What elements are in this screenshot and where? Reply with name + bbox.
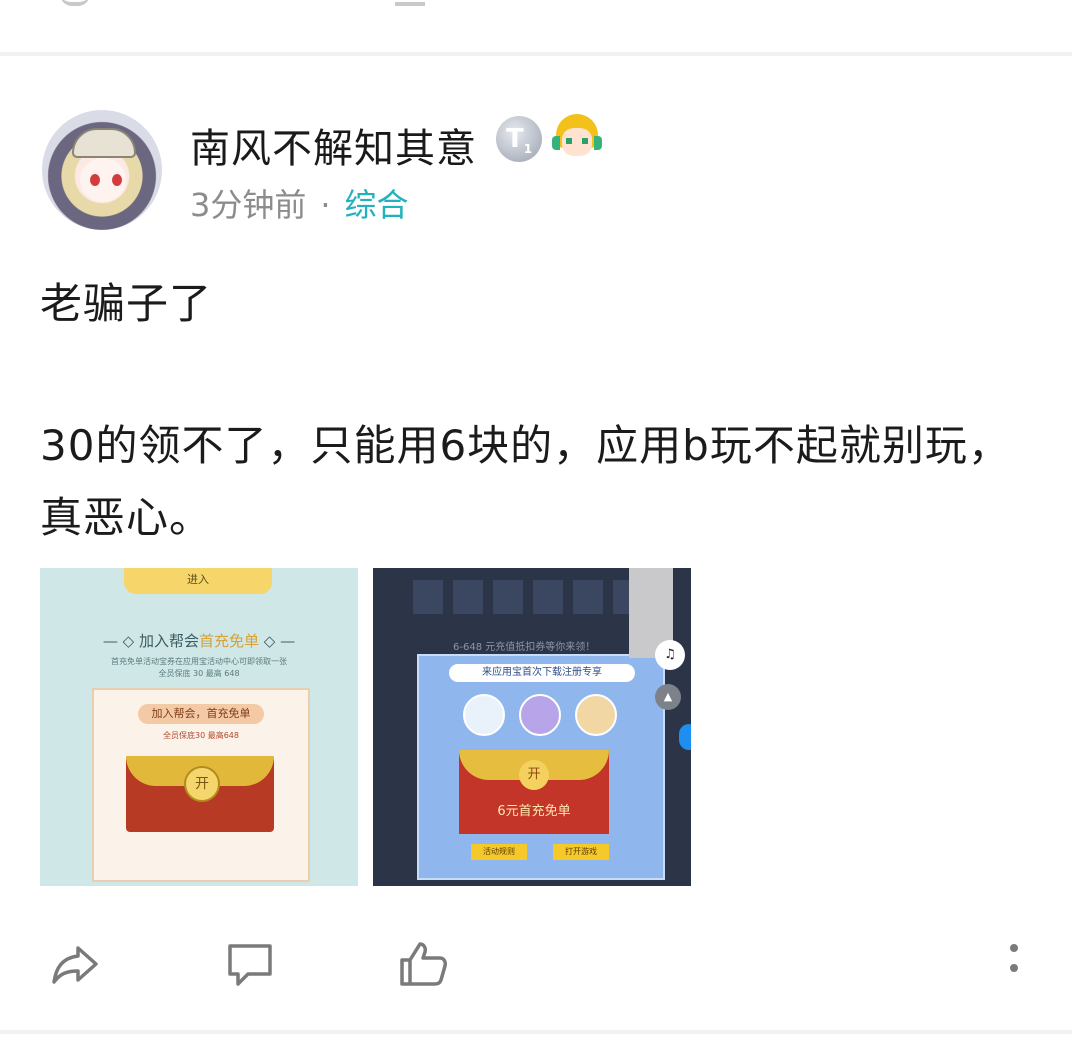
like-icon[interactable] [395, 0, 425, 6]
promo-panel: 来应用宝首次下载注册专享 开 6元首充免单 活动规则 打开游戏 [417, 654, 665, 880]
image-title: — ◇ 加入帮会首充免单 ◇ — [102, 632, 296, 650]
avatar-eye [90, 174, 100, 186]
post-time: 3分钟前 [190, 186, 307, 224]
coupon-icons [413, 580, 643, 614]
toggle-icon [679, 724, 691, 750]
reward-icon [463, 694, 505, 736]
previous-post-actions [0, 0, 1072, 52]
avatar[interactable] [42, 110, 162, 230]
avatar-eye [112, 174, 122, 186]
thumbs-up-icon [400, 942, 447, 986]
post-meta: 3分钟前 · 综合 [190, 180, 409, 226]
post-image[interactable]: 进入 — ◇ 加入帮会首充免单 ◇ — 首充免单活动宝券在应用宝活动中心可即领取… [40, 568, 358, 886]
share-button[interactable] [48, 936, 104, 992]
comment-button[interactable] [222, 936, 278, 992]
red-envelope-icon: 开 [126, 756, 274, 832]
username[interactable]: 南风不解知其意 [190, 116, 477, 174]
enter-button: 进入 [124, 568, 272, 594]
share-icon[interactable] [60, 0, 90, 6]
reward-icon [519, 694, 561, 736]
more-button[interactable] [996, 936, 1032, 984]
red-packet-card: 加入帮会，首充免单 全员保底30 最高648 开 [92, 688, 310, 882]
character-badge-icon [552, 112, 602, 162]
more-vertical-icon [1010, 944, 1018, 972]
image-desc: 首充免单活动宝券在应用宝活动中心可即领取一张 全员保底 30 最高 648 [111, 657, 287, 678]
post-image[interactable]: 6-648 元充值抵扣券等你来领！ 来应用宝首次下载注册专享 开 6元首充免单 … [373, 568, 691, 886]
bell-icon: ▲ [655, 684, 681, 710]
reward-icon [575, 694, 617, 736]
post-category[interactable]: 综合 [345, 186, 409, 224]
music-icon: ♫ [655, 640, 685, 670]
post-content: 老骗子了 30的领不了，只能用6块的，应用b玩不起就别玩，真恶心。 [40, 268, 1040, 554]
level-badge-icon: T1 [496, 116, 542, 162]
divider [0, 52, 1072, 56]
share-icon [52, 946, 98, 984]
post-paragraph: 老骗子了 [40, 279, 213, 328]
meta-separator: · [320, 186, 331, 224]
red-envelope-icon: 开 6元首充免单 [459, 750, 609, 834]
comment-icon [228, 944, 272, 986]
avatar-crown [72, 128, 136, 158]
post-paragraph: 30的领不了，只能用6块的，应用b玩不起就别玩，真恶心。 [40, 421, 1011, 542]
like-button[interactable] [396, 936, 452, 992]
divider [0, 1030, 1072, 1034]
